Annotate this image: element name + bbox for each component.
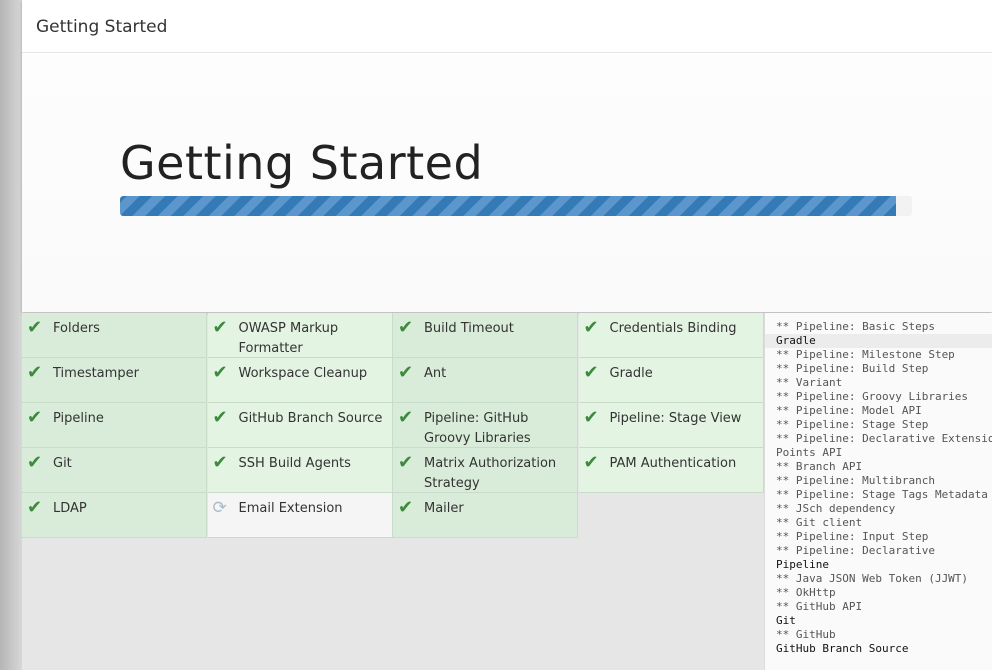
log-line: Pipeline [776, 558, 829, 571]
checkmark-icon: ✔ [398, 407, 414, 428]
plugin-label: GitHub Branch Source [238, 411, 383, 426]
log-line: ** Branch API [776, 460, 863, 473]
dialog-title: Getting Started [36, 17, 168, 37]
plugin-item: ✔ Workspace Cleanup [207, 358, 393, 403]
progress-fill [120, 196, 897, 216]
install-log[interactable]: ** Pipeline: Basic Steps Gradle ** Pipelin… [764, 313, 992, 670]
log-line: ** Pipeline: Model API [776, 404, 922, 417]
plugin-label: Pipeline [53, 411, 104, 426]
checkmark-icon: ✔ [27, 317, 43, 338]
checkmark-icon: ✔ [398, 452, 414, 473]
plugin-label: PAM Authentication [609, 456, 737, 471]
log-line: ** Pipeline: Build Step [776, 362, 929, 375]
plugin-label: Mailer [424, 501, 464, 516]
log-line: ** JSch dependency [776, 502, 896, 515]
plugin-label: Git [53, 456, 72, 471]
plugin-item: ✔ Timestamper [22, 358, 207, 403]
log-line: ** Pipeline: Stage Step [776, 418, 929, 431]
checkmark-icon: ✔ [212, 452, 228, 473]
plugin-label: Ant [424, 366, 447, 381]
log-line: ** Pipeline: Input Step [776, 530, 929, 543]
hero-panel: Getting Started [22, 54, 992, 312]
checkmark-icon: ✔ [27, 452, 43, 473]
checkmark-icon: ✔ [27, 407, 43, 428]
checkmark-icon: ✔ [398, 497, 414, 518]
plugin-label: Timestamper [53, 366, 139, 381]
plugin-label: Pipeline: Stage View [609, 411, 742, 426]
log-line: ** GitHub [776, 628, 836, 641]
log-line: ** Pipeline: Multibranch [776, 474, 935, 487]
plugin-item: ✔ Matrix Authorization Strategy [393, 448, 578, 493]
plugin-item: ✔ Folders [22, 313, 207, 358]
plugin-item: ✔ OWASP Markup Formatter [207, 313, 393, 358]
plugin-item: ✔ Ant [393, 358, 578, 403]
plugin-label: SSH Build Agents [238, 456, 351, 471]
log-line: ** Pipeline: Declarative [776, 544, 935, 557]
plugin-item: ✔ Pipeline [22, 403, 207, 448]
checkmark-icon: ✔ [212, 317, 228, 338]
plugin-label: Build Timeout [424, 321, 514, 336]
plugin-item: ✔ Pipeline: GitHub Groovy Libraries [393, 403, 578, 448]
log-line: ** GitHub API [776, 600, 863, 613]
plugin-item: ✔ GitHub Branch Source [207, 403, 393, 448]
log-line: ** Pipeline: Declarative Extension [776, 432, 992, 445]
log-line: GitHub Branch Source [776, 642, 909, 655]
plugin-label: OWASP Markup Formatter [238, 321, 339, 356]
plugin-item: ✔ Build Timeout [393, 313, 578, 358]
plugin-item: ✔ PAM Authentication [578, 448, 764, 493]
plugin-item: ✔ Gradle [578, 358, 764, 403]
log-line: Gradle [765, 334, 992, 348]
checkmark-icon: ✔ [583, 362, 599, 383]
checkmark-icon: ✔ [212, 362, 228, 383]
install-progress-bar [120, 196, 912, 216]
plugin-item: ✔ SSH Build Agents [207, 448, 393, 493]
log-line: ** Pipeline: Stage Tags Metadata [776, 488, 988, 501]
plugin-label: Matrix Authorization Strategy [424, 456, 557, 491]
plugin-label: LDAP [53, 501, 87, 516]
log-line: ** Pipeline: Basic Steps [776, 320, 935, 333]
page-title: Getting Started [120, 136, 484, 190]
plugin-item: ✔ Mailer [393, 493, 578, 538]
plugin-item: ⟳ Email Extension [207, 493, 393, 538]
plugin-label: Pipeline: GitHub Groovy Libraries [424, 411, 531, 446]
checkmark-icon: ✔ [583, 317, 599, 338]
plugin-label: Workspace Cleanup [238, 366, 368, 381]
plugin-item: ✔ Git [22, 448, 207, 493]
plugin-label: Gradle [609, 366, 653, 381]
log-line: ** Java JSON Web Token (JJWT) [776, 572, 969, 585]
plugin-item: ✔ Pipeline: Stage View [578, 403, 764, 448]
checkmark-icon: ✔ [583, 407, 599, 428]
log-line: ** Pipeline: Groovy Libraries [776, 390, 969, 403]
checkmark-icon: ✔ [27, 497, 43, 518]
log-line: Git [776, 614, 796, 627]
log-line: Points API [776, 446, 843, 459]
plugin-item: ✔ Credentials Binding [578, 313, 764, 358]
spinner-icon: ⟳ [212, 498, 227, 518]
log-line: ** Git client [776, 516, 863, 529]
plugin-label: Credentials Binding [609, 321, 737, 336]
plugin-grid: ✔ Folders ✔ OWASP Markup Formatter ✔ Build Ti… [22, 313, 764, 538]
dialog-header: Getting Started [22, 0, 992, 53]
checkmark-icon: ✔ [398, 362, 414, 383]
checkmark-icon: ✔ [27, 362, 43, 383]
plugin-item: ✔ LDAP [22, 493, 207, 538]
checkmark-icon: ✔ [583, 452, 599, 473]
checkmark-icon: ✔ [212, 407, 228, 428]
log-line: ** OkHttp [776, 586, 836, 599]
setup-dialog: Getting Started Getting Started [22, 0, 992, 312]
checkmark-icon: ✔ [398, 317, 414, 338]
plugin-label: Folders [53, 321, 100, 336]
backdrop [0, 0, 22, 670]
log-line: ** Variant [776, 376, 843, 389]
plugin-label: Email Extension [238, 501, 343, 516]
log-line: ** Pipeline: Milestone Step [776, 348, 955, 361]
